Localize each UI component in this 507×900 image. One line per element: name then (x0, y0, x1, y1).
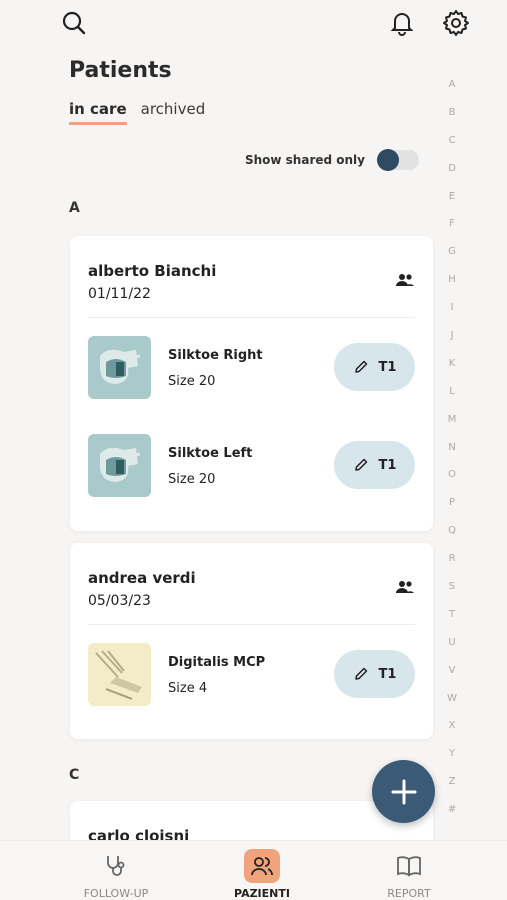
nav-report[interactable]: REPORT (354, 849, 464, 900)
nav-pazienti[interactable]: PAZIENTI (207, 849, 317, 900)
patient-card-header: alberto Bianchi 01/11/22 (88, 236, 415, 318)
product-size: Size 20 (168, 472, 216, 487)
alphabet-index-letter[interactable]: D (448, 162, 456, 190)
bell-icon[interactable] (387, 8, 417, 38)
add-patient-button[interactable] (372, 760, 435, 823)
alphabet-index: A B C D E F G H I J K L M N O P Q R S T U V W X Y Z # (447, 78, 457, 831)
toggle-knob (377, 149, 399, 171)
shared-only-toggle[interactable] (377, 149, 419, 171)
alphabet-index-letter[interactable]: C (449, 134, 456, 162)
edit-t1-button[interactable]: T1 (334, 343, 415, 391)
alphabet-index-letter[interactable]: B (449, 106, 456, 134)
alphabet-index-letter[interactable]: Q (448, 524, 456, 552)
alphabet-index-letter[interactable]: V (449, 664, 456, 692)
patient-card[interactable]: andrea verdi 05/03/23 Digitalis MCP Size… (70, 543, 433, 739)
edit-t1-label: T1 (378, 666, 397, 682)
alphabet-index-letter[interactable]: N (448, 441, 455, 469)
nav-label: PAZIENTI (234, 887, 290, 900)
plus-icon (391, 779, 416, 804)
edit-t1-button[interactable]: T1 (334, 441, 415, 489)
top-bar (0, 0, 507, 50)
book-icon (391, 849, 427, 883)
page-title: Patients (69, 58, 172, 83)
product-thumbnail-silktoe (88, 336, 151, 399)
alphabet-index-letter[interactable]: R (449, 552, 456, 580)
alphabet-index-letter[interactable]: M (448, 413, 457, 441)
patient-name[interactable]: andrea verdi (88, 569, 196, 587)
edit-t1-label: T1 (378, 457, 397, 473)
product-size: Size 20 (168, 374, 216, 389)
users-icon (244, 849, 280, 883)
search-icon[interactable] (59, 8, 89, 38)
patient-date: 01/11/22 (88, 286, 151, 302)
shared-filter-label: Show shared only (244, 153, 365, 167)
nav-label: REPORT (387, 887, 431, 900)
alphabet-index-letter[interactable]: F (449, 217, 455, 245)
alphabet-index-letter[interactable]: G (448, 245, 456, 273)
tab-in-care[interactable]: in care (69, 100, 127, 125)
section-letter-a: A (69, 200, 80, 216)
stethoscope-icon (98, 849, 134, 883)
edit-t1-button[interactable]: T1 (334, 650, 415, 698)
alphabet-index-letter[interactable]: W (447, 692, 457, 720)
shared-group-icon (396, 274, 414, 286)
alphabet-index-letter[interactable]: # (448, 803, 456, 831)
alphabet-index-letter[interactable]: P (449, 496, 455, 524)
shared-filter: Show shared only (244, 149, 419, 171)
shared-group-icon (396, 581, 414, 593)
alphabet-index-letter[interactable]: U (448, 636, 455, 664)
alphabet-index-letter[interactable]: K (449, 357, 456, 385)
product-row[interactable]: Digitalis MCP Size 4 T1 (88, 625, 415, 723)
pencil-icon (354, 458, 367, 471)
gear-icon[interactable] (441, 8, 471, 38)
patient-date: 05/03/23 (88, 593, 151, 609)
product-name: Silktoe Right (168, 348, 263, 363)
alphabet-index-letter[interactable]: H (448, 273, 456, 301)
product-size: Size 4 (168, 681, 208, 696)
alphabet-index-letter[interactable]: Z (449, 775, 456, 803)
section-letter-c: C (69, 767, 80, 783)
tab-archived[interactable]: archived (141, 100, 206, 125)
edit-t1-label: T1 (378, 359, 397, 375)
alphabet-index-letter[interactable]: I (451, 301, 454, 329)
bottom-nav: FOLLOW-UP PAZIENTI REPORT (0, 840, 507, 900)
alphabet-index-letter[interactable]: T (449, 608, 455, 636)
tabs: in care archived (69, 100, 205, 125)
alphabet-index-letter[interactable]: X (449, 719, 456, 747)
alphabet-index-letter[interactable]: A (449, 78, 456, 106)
nav-follow-up[interactable]: FOLLOW-UP (61, 849, 171, 900)
product-thumbnail-silktoe (88, 434, 151, 497)
alphabet-index-letter[interactable]: E (449, 190, 455, 218)
product-name: Silktoe Left (168, 446, 253, 461)
alphabet-index-letter[interactable]: S (449, 580, 455, 608)
product-name: Digitalis MCP (168, 655, 266, 670)
alphabet-index-letter[interactable]: L (449, 385, 455, 413)
product-row[interactable]: Silktoe Right Size 20 T1 (88, 318, 415, 416)
alphabet-index-letter[interactable]: O (448, 468, 456, 496)
product-thumbnail-digitalis (88, 643, 151, 706)
patient-card[interactable]: alberto Bianchi 01/11/22 Silktoe Right S… (70, 236, 433, 531)
patient-card-header: andrea verdi 05/03/23 (88, 543, 415, 625)
pencil-icon (354, 360, 367, 373)
alphabet-index-letter[interactable]: Y (449, 747, 455, 775)
nav-label: FOLLOW-UP (83, 887, 149, 900)
alphabet-index-letter[interactable]: J (451, 329, 454, 357)
patient-name[interactable]: alberto Bianchi (88, 262, 216, 280)
pencil-icon (354, 667, 367, 680)
product-row[interactable]: Silktoe Left Size 20 T1 (88, 416, 415, 514)
